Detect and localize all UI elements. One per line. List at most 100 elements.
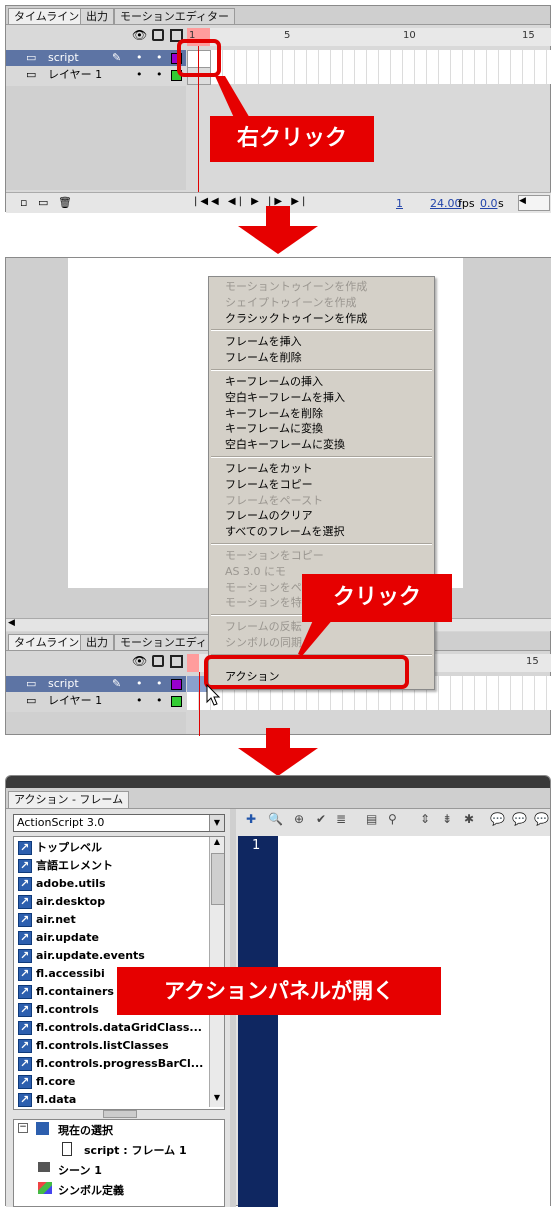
frame-ruler: 1 5 10 15	[187, 28, 551, 46]
menu-item[interactable]: フレームのクリア	[209, 508, 434, 524]
actions-panel: アクション - フレーム ActionScript 3.0 ▼ トップレベル言語…	[5, 775, 551, 1207]
package-icon	[18, 965, 32, 983]
menu-item[interactable]: キーフレームを削除	[209, 406, 434, 422]
lock-dot[interactable]: •	[156, 50, 163, 66]
package-icon	[18, 1091, 32, 1109]
layer-row-layer1[interactable]: ▭ レイヤー 1 • •	[6, 67, 186, 83]
collapse-icon[interactable]: −	[18, 1123, 28, 1133]
scroll-down-icon[interactable]: ▼	[210, 1093, 224, 1107]
tree-item-label: air.desktop	[36, 895, 106, 908]
menu-item[interactable]: 空白キーフレームに変換	[209, 437, 434, 453]
layer-row-script[interactable]: ▭ script ✎ • •	[6, 676, 186, 692]
menu-item: フレームをペースト	[225, 493, 324, 507]
visibility-dot[interactable]: •	[136, 676, 143, 692]
collapse-selection-icon[interactable]: ⇟	[442, 812, 452, 826]
chevron-down-icon[interactable]: ▼	[209, 815, 224, 831]
nav-symbol-definitions[interactable]: シンボル定義	[58, 1182, 124, 1198]
empty-layer-area	[6, 86, 186, 190]
menu-item[interactable]: フレームをコピー	[209, 477, 434, 493]
comment-line-icon[interactable]: 💬	[512, 812, 527, 826]
menu-item[interactable]: クラシックトゥイーンを作成	[209, 311, 434, 327]
tree-item-label: fl.accessibi	[36, 967, 105, 980]
fps-value[interactable]: 24.00	[430, 197, 462, 210]
tab-output[interactable]: 出力	[80, 634, 114, 650]
layer-icon: ▭	[26, 68, 37, 81]
menu-item[interactable]: すべてのフレームを選択	[209, 524, 434, 540]
comment-block-icon[interactable]: 💬	[490, 812, 505, 826]
nav-script-frame[interactable]: script : フレーム 1	[84, 1142, 187, 1158]
layer-icon: ▭	[26, 694, 37, 707]
layer-color-swatch[interactable]	[171, 696, 182, 707]
playback-controls[interactable]: |◀◀ ◀| ▶ |▶ ▶|	[194, 196, 308, 207]
layer-name: レイヤー 1	[48, 68, 103, 81]
new-folder-icon[interactable]: ▭	[38, 196, 48, 209]
layer-row-layer1[interactable]: ▭ レイヤー 1 • •	[6, 693, 186, 709]
scroll-left-icon[interactable]: ◀	[518, 195, 550, 211]
menu-item[interactable]: フレームを挿入	[209, 334, 434, 350]
playhead-marker[interactable]	[187, 654, 199, 672]
tab-timeline[interactable]: タイムライン	[8, 8, 86, 24]
scroll-up-icon[interactable]: ▲	[210, 837, 224, 851]
check-syntax-icon[interactable]: ✔	[316, 812, 326, 826]
splitter-handle[interactable]	[103, 1110, 137, 1118]
lock-dot[interactable]: •	[156, 693, 163, 709]
selection-icon	[36, 1122, 49, 1135]
menu-item[interactable]: 空白キーフレームを挿入	[209, 390, 434, 406]
layer-color-swatch[interactable]	[171, 679, 182, 690]
find-icon[interactable]: 🔍	[268, 812, 283, 826]
tab-action-frame[interactable]: アクション - フレーム	[8, 791, 130, 808]
scroll-left-icon[interactable]: ◀	[8, 618, 15, 628]
code-hint-icon[interactable]: ▤	[366, 812, 377, 826]
language-dropdown[interactable]: ActionScript 3.0 ▼	[13, 814, 225, 832]
eye-icon[interactable]: 👁	[132, 28, 147, 42]
script-editor[interactable]: 1	[238, 836, 550, 1207]
tab-motion-editor[interactable]: モーションエディター	[114, 8, 236, 24]
layer-row-script[interactable]: ▭ script ✎ • •	[6, 50, 186, 66]
uncomment-icon[interactable]: 💬	[534, 812, 549, 826]
tree-item-label: fl.controls.dataGridClass...	[36, 1021, 202, 1034]
package-icon	[18, 947, 32, 965]
new-layer-icon[interactable]: ▫	[20, 196, 27, 209]
debug-icon[interactable]: ⚲	[388, 812, 397, 826]
visibility-dot[interactable]: •	[136, 67, 143, 83]
lock-dot[interactable]: •	[156, 67, 163, 83]
lock-dot[interactable]: •	[156, 676, 163, 692]
layer-name: レイヤー 1	[48, 694, 103, 707]
tree-item-label: air.update	[36, 931, 99, 944]
trash-icon[interactable]: 🗑	[58, 196, 72, 209]
timeline-panel-context: ◀ タイムライン 出力 モーションエディター 👁 15 ▭ script ✎ •…	[5, 257, 551, 736]
menu-item[interactable]: キーフレームの挿入	[209, 374, 434, 390]
tab-output[interactable]: 出力	[80, 8, 114, 24]
callout-right-click: 右クリック	[210, 116, 374, 162]
add-item-icon[interactable]: ✚	[246, 812, 256, 826]
pencil-icon: ✎	[112, 677, 122, 690]
tree-item-label: air.net	[36, 913, 76, 926]
layer-icon: ▭	[26, 677, 37, 690]
ruler-label-15: 15	[522, 30, 535, 41]
target-path-icon[interactable]: ⊕	[294, 812, 304, 826]
menu-item[interactable]: フレームをカット	[209, 461, 434, 477]
nav-current-selection[interactable]: 現在の選択	[58, 1122, 113, 1138]
menu-item[interactable]: フレームを削除	[209, 350, 434, 366]
menu-item[interactable]: キーフレームに変換	[209, 421, 434, 437]
collapse-between-icon[interactable]: ⇕	[420, 812, 430, 826]
visibility-dot[interactable]: •	[136, 693, 143, 709]
auto-format-icon[interactable]: ≣	[336, 812, 346, 826]
package-icon	[18, 893, 32, 911]
package-icon	[18, 1037, 32, 1055]
ruler-label-5: 5	[284, 30, 291, 41]
lock-icon[interactable]	[152, 29, 164, 41]
menu-separator	[211, 368, 432, 371]
eye-icon[interactable]: 👁	[132, 654, 147, 668]
lock-icon[interactable]	[152, 655, 164, 667]
expand-all-icon[interactable]: ✱	[464, 812, 474, 826]
dropdown-value: ActionScript 3.0	[17, 816, 105, 829]
scroll-thumb[interactable]	[211, 853, 224, 905]
visibility-dot[interactable]: •	[136, 50, 143, 66]
tab-timeline[interactable]: タイムライン	[8, 634, 86, 650]
script-toolbar: ✚ 🔍 ⊕ ✔ ≣ ▤ ⚲ ⇕ ⇟ ✱ 💬 💬 💬	[238, 812, 550, 834]
tree-item-label: fl.controls.progressBarCl...	[36, 1057, 204, 1070]
layer-header: 👁	[6, 654, 186, 672]
nav-scene[interactable]: シーン 1	[58, 1162, 102, 1178]
outline-icon[interactable]	[170, 655, 183, 668]
